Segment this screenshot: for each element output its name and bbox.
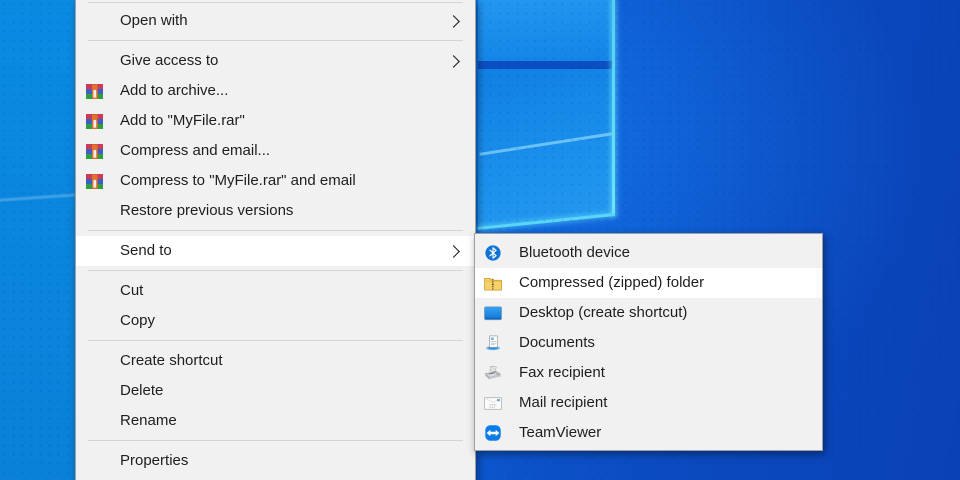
menu-item-send-to[interactable]: Send to (76, 236, 475, 266)
desktop-icon (484, 304, 502, 322)
icon-slot (85, 452, 103, 470)
menu-item-add-to-myfile-rar[interactable]: Add to "MyFile.rar" (76, 106, 475, 136)
menu-item-label: Give access to (120, 46, 218, 76)
menu-item-label: Add to archive... (120, 76, 228, 106)
menu-item-label: Fax recipient (519, 358, 605, 388)
menu-item-add-to-archive[interactable]: Add to archive... (76, 76, 475, 106)
menu-item-label: Compress to "MyFile.rar" and email (120, 166, 356, 196)
context-menu: Open with Give access to Add to archive.… (75, 0, 476, 480)
submenu-item-teamviewer[interactable]: TeamViewer (475, 418, 822, 448)
send-to-submenu: Bluetooth device Compressed (zipped) fol… (474, 233, 823, 451)
menu-item-compress-to-myfile-rar-and-email[interactable]: Compress to "MyFile.rar" and email (76, 166, 475, 196)
mail-icon (484, 394, 502, 412)
submenu-item-bluetooth-device[interactable]: Bluetooth device (475, 238, 822, 268)
menu-item-open-with[interactable]: Open with (76, 6, 475, 36)
menu-item-label: Mail recipient (519, 388, 607, 418)
menu-item-rename[interactable]: Rename (76, 406, 475, 436)
menu-item-label: Documents (519, 328, 595, 358)
menu-item-label: Restore previous versions (120, 196, 293, 226)
menu-item-label: Send to (120, 236, 172, 266)
menu-separator (76, 436, 475, 446)
icon-slot (85, 412, 103, 430)
documents-icon (484, 334, 502, 352)
menu-item-label: Cut (120, 276, 143, 306)
menu-item-label: Desktop (create shortcut) (519, 298, 687, 328)
menu-item-label: Bluetooth device (519, 238, 630, 268)
winrar-icon (85, 112, 103, 130)
icon-slot (85, 242, 103, 260)
zipped-folder-icon (484, 274, 502, 292)
menu-item-label: Compress and email... (120, 136, 270, 166)
chevron-right-icon (447, 55, 460, 68)
menu-item-give-access-to[interactable]: Give access to (76, 46, 475, 76)
icon-slot (85, 352, 103, 370)
submenu-item-documents[interactable]: Documents (475, 328, 822, 358)
menu-item-restore-previous-versions[interactable]: Restore previous versions (76, 196, 475, 226)
winrar-icon (85, 82, 103, 100)
screen: Open with Give access to Add to archive.… (0, 0, 960, 480)
submenu-item-compressed-zipped-folder[interactable]: Compressed (zipped) folder (475, 268, 822, 298)
winrar-icon (85, 142, 103, 160)
menu-separator (76, 266, 475, 276)
teamviewer-icon (484, 424, 502, 442)
chevron-right-icon (447, 15, 460, 28)
submenu-item-desktop-create-shortcut[interactable]: Desktop (create shortcut) (475, 298, 822, 328)
menu-item-label: Rename (120, 406, 177, 436)
icon-slot (85, 52, 103, 70)
menu-item-copy[interactable]: Copy (76, 306, 475, 336)
menu-separator (76, 0, 475, 6)
menu-separator (76, 226, 475, 236)
menu-item-label: Copy (120, 306, 155, 336)
menu-item-properties[interactable]: Properties (76, 446, 475, 476)
icon-slot (85, 202, 103, 220)
fax-icon (484, 364, 502, 382)
menu-separator (76, 36, 475, 46)
submenu-item-mail-recipient[interactable]: Mail recipient (475, 388, 822, 418)
menu-item-create-shortcut[interactable]: Create shortcut (76, 346, 475, 376)
icon-slot (85, 12, 103, 30)
menu-item-label: Create shortcut (120, 346, 223, 376)
menu-item-cut[interactable]: Cut (76, 276, 475, 306)
menu-item-label: Open with (120, 6, 188, 36)
menu-item-label: Add to "MyFile.rar" (120, 106, 245, 136)
icon-slot (85, 382, 103, 400)
menu-item-delete[interactable]: Delete (76, 376, 475, 406)
menu-separator (76, 336, 475, 346)
menu-item-label: Compressed (zipped) folder (519, 268, 704, 298)
chevron-right-icon (447, 245, 460, 258)
submenu-item-fax-recipient[interactable]: Fax recipient (475, 358, 822, 388)
menu-item-compress-and-email[interactable]: Compress and email... (76, 136, 475, 166)
menu-item-label: Properties (120, 446, 188, 476)
icon-slot (85, 312, 103, 330)
icon-slot (85, 282, 103, 300)
menu-item-label: Delete (120, 376, 163, 406)
menu-item-label: TeamViewer (519, 418, 601, 448)
bluetooth-icon (484, 244, 502, 262)
winrar-icon (85, 172, 103, 190)
